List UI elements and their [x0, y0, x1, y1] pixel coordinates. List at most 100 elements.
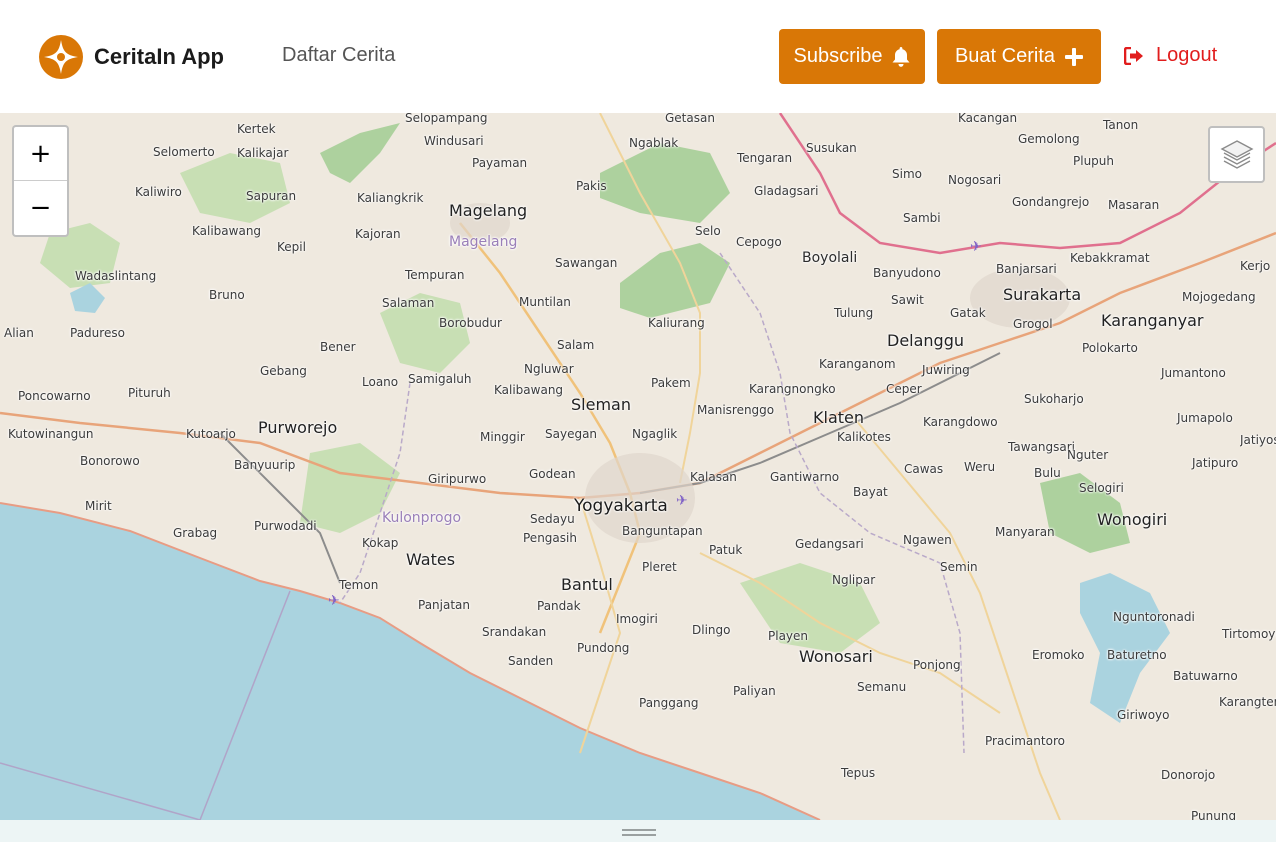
place-label: Kerjo: [1240, 259, 1271, 273]
place-label: Minggir: [480, 430, 525, 444]
place-label: Kutoarjo: [186, 427, 236, 441]
resize-handle[interactable]: [622, 829, 656, 837]
place-label: Polokarto: [1082, 341, 1138, 355]
place-label: Selo: [695, 224, 721, 238]
place-label: Karanganom: [819, 357, 896, 371]
brand[interactable]: CeritaIn App: [38, 34, 224, 80]
place-label: Kalikajar: [237, 146, 289, 160]
place-label: Grabag: [173, 526, 218, 540]
place-label: Dlingo: [692, 623, 731, 637]
place-label: Plupuh: [1073, 154, 1115, 168]
place-label: Boyolali: [802, 250, 858, 266]
place-label: Pakem: [651, 376, 691, 390]
place-label: Paliyan: [733, 684, 776, 698]
place-label: Srandakan: [482, 625, 547, 639]
place-label: Kokap: [362, 536, 399, 550]
place-label: Pakis: [576, 179, 607, 193]
place-label: Banjarsari: [996, 262, 1057, 276]
place-label: Giripurwo: [428, 472, 487, 486]
nav-link-story-list[interactable]: Daftar Cerita: [282, 44, 395, 67]
place-label: Tempuran: [405, 268, 465, 282]
place-label: Patuk: [709, 543, 743, 557]
place-label: Kepil: [277, 240, 306, 254]
place-label: Ponjong: [913, 658, 961, 672]
place-label: Salam: [557, 338, 595, 352]
map-view[interactable]: ✈ ✈ ✈ Selopampang Getasan Kacangan Tanon Ker…: [0, 113, 1276, 820]
place-label: Cepogo: [736, 235, 782, 249]
place-label: Kaliurang: [648, 316, 705, 330]
place-label: Manisrenggo: [697, 403, 775, 417]
place-label: Salaman: [382, 296, 435, 310]
place-label: Ngawen: [903, 533, 952, 547]
place-label: Sleman: [571, 395, 631, 414]
place-label: Kaliangkrik: [357, 191, 424, 205]
place-label: Panjatan: [418, 598, 471, 612]
place-label: Panggang: [639, 696, 699, 710]
place-label: Bulu: [1034, 466, 1061, 480]
place-label: Punung: [1191, 809, 1237, 820]
place-label: Nogosari: [948, 173, 1002, 187]
place-label: Banguntapan: [622, 524, 703, 538]
place-label: Grogol: [1013, 317, 1053, 331]
place-label: Playen: [768, 629, 809, 643]
place-label: Kalikotes: [837, 430, 891, 444]
place-label: Purworejo: [258, 418, 338, 437]
place-label: Kebakkramat: [1070, 251, 1150, 265]
place-label: Sedayu: [530, 512, 575, 526]
logout-label: Logout: [1156, 44, 1218, 66]
place-label: Wadaslintang: [75, 269, 157, 283]
place-label: Nguntoronadi: [1113, 610, 1195, 624]
plus-icon: [1065, 47, 1084, 66]
place-label: Simo: [892, 167, 922, 181]
place-label: Mojogedang: [1182, 290, 1256, 304]
place-label: Sawangan: [555, 256, 618, 270]
place-label: Pundong: [577, 641, 630, 655]
place-label: Kajoran: [355, 227, 401, 241]
place-label: Poncowarno: [18, 389, 91, 403]
place-label: Loano: [362, 375, 399, 389]
place-label: Tengaran: [737, 151, 793, 165]
place-label: Purwodadi: [254, 519, 317, 533]
place-label: Magelang: [449, 234, 518, 250]
place-label: Manyaran: [995, 525, 1055, 539]
place-label: Kalibawang: [192, 224, 262, 238]
place-label: Wonogiri: [1097, 510, 1168, 529]
place-label: Godean: [529, 467, 576, 481]
place-label: Ceper: [886, 382, 922, 396]
svg-text:✈: ✈: [970, 239, 982, 255]
zoom-in-button[interactable]: +: [14, 127, 67, 181]
place-label: Windusari: [424, 134, 484, 148]
place-label: Samigaluh: [408, 372, 472, 386]
layers-icon: [1220, 139, 1253, 169]
place-label: Borobudur: [439, 316, 502, 330]
place-label: Masaran: [1108, 198, 1160, 212]
place-label: Kertek: [237, 122, 276, 136]
place-label: Ngablak: [629, 136, 679, 150]
place-label: Magelang: [449, 201, 528, 220]
map-tiles[interactable]: ✈ ✈ ✈: [0, 113, 1276, 820]
place-label: Sayegan: [545, 427, 598, 441]
place-label: Tawangsari: [1008, 440, 1075, 454]
subscribe-button[interactable]: Subscribe: [779, 29, 925, 84]
place-label: Karangdowo: [923, 415, 998, 429]
place-label: Gedangsari: [795, 537, 864, 551]
place-label: Sawit: [891, 293, 924, 307]
create-story-button[interactable]: Buat Cerita: [937, 29, 1101, 84]
zoom-control: + −: [12, 125, 69, 237]
place-label: Delanggu: [887, 331, 965, 350]
place-label: Payaman: [472, 156, 528, 170]
place-label: Temon: [339, 578, 379, 592]
place-label: Gladagsari: [754, 184, 819, 198]
place-label: Bener: [320, 340, 356, 354]
place-label: Wonosari: [799, 647, 873, 666]
place-label: Tirtomoyo: [1222, 627, 1276, 641]
logout-button[interactable]: Logout: [1124, 44, 1217, 67]
place-label: Selogiri: [1079, 481, 1124, 495]
place-label: Mirit: [85, 499, 112, 513]
place-label: Gebang: [260, 364, 307, 378]
zoom-out-button[interactable]: −: [14, 181, 67, 235]
place-label: Bonorowo: [80, 454, 140, 468]
place-label: Tepus: [841, 766, 876, 780]
layers-button[interactable]: [1208, 126, 1265, 183]
place-label: Pandak: [537, 599, 581, 613]
